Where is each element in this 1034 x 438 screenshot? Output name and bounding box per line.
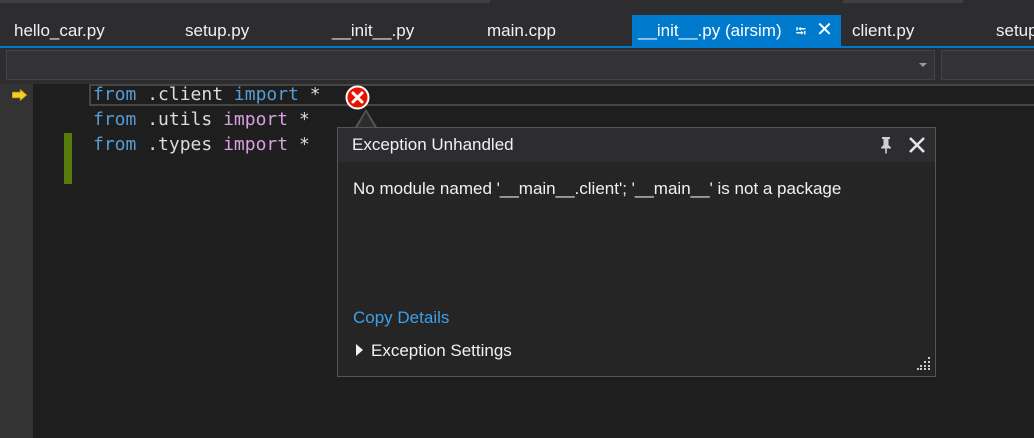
- copy-details-link[interactable]: Copy Details: [353, 308, 449, 328]
- tab-label: __init__.py (airsim): [638, 21, 782, 40]
- close-icon[interactable]: ✕: [816, 15, 833, 46]
- tab-client[interactable]: client.py: [852, 15, 914, 46]
- operator: *: [298, 109, 310, 130]
- tab-setup[interactable]: setup.py: [185, 15, 249, 46]
- tab-main-cpp[interactable]: main.cpp: [487, 15, 556, 46]
- tab-strip-background: [843, 0, 963, 3]
- scope-dropdown[interactable]: [6, 50, 935, 80]
- module-name: .types: [147, 134, 213, 155]
- pin-icon[interactable]: [879, 136, 893, 154]
- member-dropdown[interactable]: [941, 50, 1034, 80]
- exception-settings-label: Exception Settings: [371, 341, 512, 360]
- keyword: import: [233, 84, 299, 105]
- popup-title: Exception Unhandled: [352, 135, 514, 154]
- code-line[interactable]: from .utils import *: [93, 108, 310, 132]
- exception-message: No module named '__main__.client'; '__ma…: [353, 179, 842, 198]
- keyword: import: [223, 134, 289, 155]
- error-icon[interactable]: [345, 85, 370, 110]
- code-line[interactable]: from .client import *: [93, 83, 321, 107]
- exception-popup: Exception Unhandled No module named '__m…: [337, 127, 936, 377]
- expand-triangle-icon: [356, 343, 363, 356]
- tab-init[interactable]: __init__.py: [332, 15, 414, 46]
- tab-strip-background: [0, 0, 490, 3]
- pin-icon[interactable]: ⭾: [796, 16, 807, 47]
- keyword: from: [93, 134, 137, 155]
- change-indicator-bar: [64, 133, 72, 184]
- popup-header: Exception Unhandled: [338, 128, 935, 162]
- arrow-icon: [12, 89, 28, 101]
- operator: *: [309, 84, 321, 105]
- tab-init-airsim[interactable]: __init__.py (airsim) ⭾ ✕: [632, 15, 841, 46]
- tab-setup-2[interactable]: setup.py: [996, 15, 1034, 46]
- exception-settings-toggle[interactable]: Exception Settings: [356, 341, 512, 361]
- keyword: from: [93, 109, 137, 130]
- module-name: .utils: [147, 109, 213, 130]
- close-icon[interactable]: [908, 136, 926, 154]
- resize-grip-icon[interactable]: [917, 356, 931, 370]
- chevron-down-icon: [919, 63, 927, 67]
- document-tab-bar: hello_car.py setup.py __init__.py main.c…: [0, 0, 1034, 48]
- popup-pointer-fill: [357, 112, 375, 128]
- operator: *: [298, 134, 310, 155]
- navigation-bar: [0, 48, 1034, 84]
- keyword: from: [93, 84, 137, 105]
- code-line[interactable]: from .types import *: [93, 133, 310, 157]
- glyph-margin: [0, 84, 33, 438]
- module-name: .client: [147, 84, 224, 105]
- keyword: import: [223, 109, 289, 130]
- tab-hello-car[interactable]: hello_car.py: [14, 15, 105, 46]
